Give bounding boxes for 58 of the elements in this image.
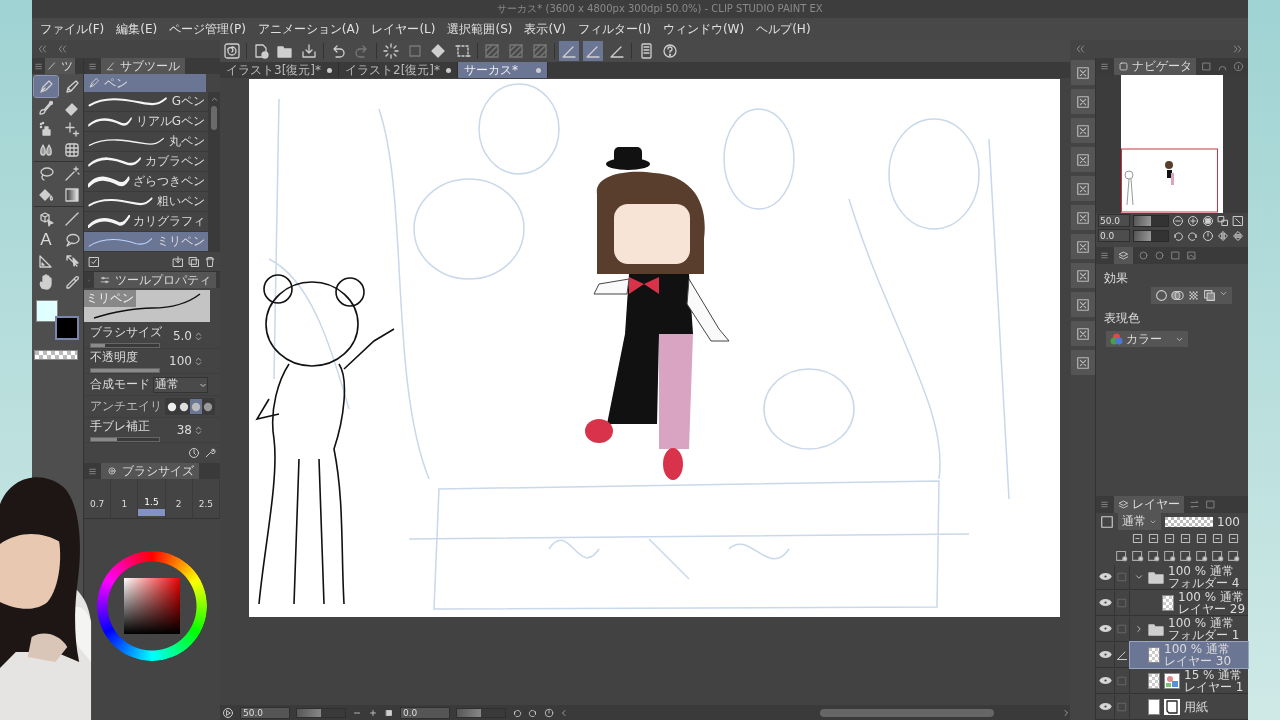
layer-mode: 100 % 通常 <box>1164 642 1230 655</box>
layer-name: 用紙 <box>1184 700 1208 713</box>
zoom-field[interactable]: 50.0 <box>240 706 290 719</box>
menu-item[interactable]: ページ管理(P) <box>169 20 246 38</box>
section-label: 表現色 <box>1104 311 1140 325</box>
menu-item[interactable]: 選択範囲(S) <box>447 20 513 38</box>
menu-item[interactable]: 表示(V) <box>524 20 567 38</box>
menu-item[interactable]: フィルター(I) <box>578 20 651 38</box>
brush-size-option[interactable]: 0.7 <box>84 479 112 518</box>
preview-label: ミリペン <box>84 290 136 307</box>
layer-mode: 100 % 通常 <box>1178 590 1244 603</box>
layer-row[interactable]: 15 % 通常 レイヤー 1 <box>1130 667 1248 694</box>
window-title: サーカス* (3600 x 4800px 300dpi 50.0%) - CLIP STUDIO PAINT EX <box>497 2 823 16</box>
property-label: 不透明度 <box>90 349 139 366</box>
property-label: アンチエイリ <box>90 398 162 415</box>
property-label: 手ブレ補正 <box>90 418 151 435</box>
menu-item[interactable]: ファイル(F) <box>40 20 105 38</box>
layer-row[interactable]: 100 % 通常 フォルダー 4 <box>1130 563 1248 590</box>
layer-row[interactable]: 100 % 通常 レイヤー 29 <box>1130 589 1248 616</box>
layer-name: レイヤー 29 <box>1178 602 1246 615</box>
layer-row[interactable]: 100 % 通常 フォルダー 1 <box>1130 615 1248 642</box>
brush-list-item[interactable]: カブラペン <box>84 152 208 172</box>
property-value: 38 <box>176 423 192 437</box>
brush-list-item[interactable]: ざらつきペン <box>84 172 208 192</box>
document-tab[interactable]: イラスト3[復元]* <box>220 62 339 78</box>
layer-mode: 100 % 通常 <box>1168 616 1235 629</box>
blend-mode-dropdown[interactable]: 通常 <box>1118 513 1161 530</box>
document-tab[interactable]: サーカス* <box>458 62 548 78</box>
blend-mode-dropdown[interactable]: 通常 <box>153 376 208 393</box>
menu-item[interactable]: アニメーション(A) <box>257 20 360 38</box>
brush-size-option[interactable]: 2 <box>165 479 193 518</box>
rotation-field[interactable]: 0.0 <box>1098 229 1130 242</box>
layer-name: レイヤー 30 <box>1164 654 1232 667</box>
property-label: ブラシサイズ <box>90 324 163 341</box>
zoom-field[interactable]: 50.0 <box>1098 214 1130 227</box>
opacity-value: 100 <box>1217 514 1240 529</box>
property-label: 合成モード <box>90 376 150 393</box>
text-tool-icon[interactable]: A <box>40 229 52 250</box>
menu-item[interactable]: ウィンドウ(W) <box>662 20 745 38</box>
rotation-field[interactable]: 0.0 <box>400 706 450 719</box>
layer-mode: 100 % 通常 <box>1168 564 1235 577</box>
property-value: 100 <box>169 354 192 368</box>
brush-list-item[interactable]: カリグラフィ <box>84 212 208 232</box>
property-value: 5.0 <box>172 329 192 343</box>
layer-name: フォルダー 4 <box>1168 576 1240 589</box>
menu-item[interactable]: レイヤー(L) <box>371 20 436 38</box>
section-label: 効果 <box>1104 271 1128 285</box>
tool-button[interactable]: A <box>34 229 58 250</box>
layer-row[interactable]: 用紙 <box>1130 693 1248 720</box>
layer-mode: 15 % 通常 <box>1184 668 1244 681</box>
brush-size-option[interactable]: 1.5 <box>138 479 166 518</box>
menu-item[interactable]: 編集(E) <box>116 20 158 38</box>
layer-name: フォルダー 1 <box>1168 628 1240 641</box>
layer-name: レイヤー 1 <box>1184 680 1244 693</box>
color-mode-dropdown[interactable]: カラー <box>1106 331 1188 347</box>
menu-item[interactable]: ヘルプ(H) <box>756 20 811 38</box>
brush-list-item[interactable]: 丸ペン <box>84 132 208 152</box>
brush-list-item[interactable]: 粗いペン <box>84 192 208 212</box>
